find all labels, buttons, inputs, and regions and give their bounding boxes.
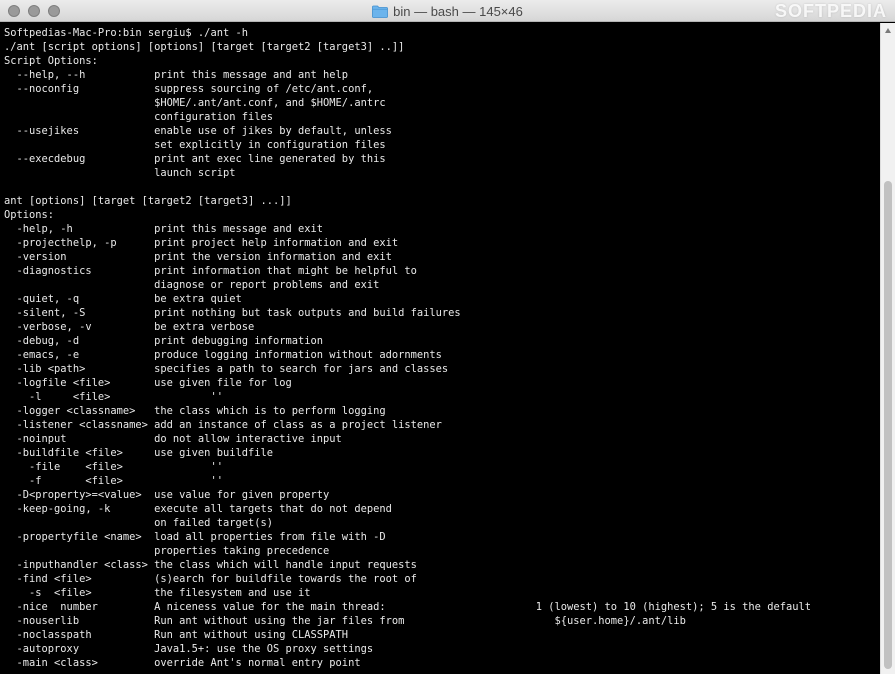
window-title: bin — bash — 145×46 <box>393 3 523 19</box>
terminal-line: $HOME/.ant/ant.conf, and $HOME/.antrc <box>4 97 386 109</box>
folder-icon <box>372 5 389 18</box>
window-title-group: bin — bash — 145×46 <box>0 0 895 22</box>
terminal-line: -silent, -S print nothing but task outpu… <box>4 307 461 319</box>
terminal-line: -lib <path> specifies a path to search f… <box>4 363 449 375</box>
terminal-line: ./ant [script options] [options] [target… <box>4 41 405 53</box>
terminal-line: -logfile <file> use given file for log <box>4 377 292 389</box>
terminal-line: -noclasspath Run ant without using CLASS… <box>4 629 349 641</box>
terminal-line: --execdebug print ant exec line generate… <box>4 153 386 165</box>
terminal-line: -autoproxy Java1.5+: use the OS proxy se… <box>4 643 374 655</box>
terminal-line: launch script <box>4 167 236 179</box>
terminal-line: -diagnostics print information that migh… <box>4 265 417 277</box>
terminal-line: -projecthelp, -p print project help info… <box>4 237 399 249</box>
terminal-line: Script Options: <box>4 55 98 67</box>
terminal-line: -help, -h print this message and exit <box>4 223 324 235</box>
terminal-line: -inputhandler <class> the class which wi… <box>4 559 417 571</box>
terminal-line: -propertyfile <name> load all properties… <box>4 531 386 543</box>
terminal-line: -debug, -d print debugging information <box>4 335 324 347</box>
vertical-scrollbar[interactable] <box>880 23 895 674</box>
terminal-line: -version print the version information a… <box>4 251 392 263</box>
terminal-line: -listener <classname> add an instance of… <box>4 419 442 431</box>
terminal-line: -buildfile <file> use given buildfile <box>4 447 274 459</box>
terminal-output[interactable]: Softpedias-Mac-Pro:bin sergiu$ ./ant -h.… <box>0 23 880 674</box>
terminal-line: -noinput do not allow interactive input <box>4 433 342 445</box>
terminal-line: -emacs, -e produce logging information w… <box>4 349 442 361</box>
terminal-line: -logger <classname> the class which is t… <box>4 405 386 417</box>
terminal-line: diagnose or report problems and exit <box>4 279 380 291</box>
terminal-line: -nouserlib Run ant without using the jar… <box>4 615 686 627</box>
terminal-line: --noconfig suppress sourcing of /etc/ant… <box>4 83 374 95</box>
terminal-line: --help, --h print this message and ant h… <box>4 69 349 81</box>
terminal-line: -find <file> (s)earch for buildfile towa… <box>4 573 417 585</box>
terminal-line: -quiet, -q be extra quiet <box>4 293 242 305</box>
terminal-line: -s <file> the filesystem and use it <box>4 587 311 599</box>
terminal-line: -main <class> override Ant's normal entr… <box>4 657 361 669</box>
terminal-window: bin — bash — 145×46 SOFTPEDIA Softpedias… <box>0 0 895 674</box>
terminal-line: -D<property>=<value> use value for given… <box>4 489 330 501</box>
terminal-line: -l <file> '' <box>4 391 223 403</box>
terminal-line: configuration files <box>4 111 273 123</box>
watermark-logo: SOFTPEDIA <box>774 1 887 21</box>
terminal-line: -verbose, -v be extra verbose <box>4 321 255 333</box>
terminal-line: on failed target(s) <box>4 517 273 529</box>
terminal-line: -keep-going, -k execute all targets that… <box>4 503 392 515</box>
terminal-line: Options: <box>4 209 55 221</box>
terminal-line: --usejikes enable use of jikes by defaul… <box>4 125 392 137</box>
terminal-line: properties taking precedence <box>4 545 330 557</box>
terminal-line: ant [options] [target [target2 [target3]… <box>4 195 292 207</box>
terminal-line: set explicitly in configuration files <box>4 139 386 151</box>
terminal-line: Softpedias-Mac-Pro:bin sergiu$ ./ant -h <box>4 27 248 39</box>
title-bar[interactable]: bin — bash — 145×46 SOFTPEDIA <box>0 0 895 22</box>
scroll-up-arrow-icon[interactable] <box>884 27 892 35</box>
terminal-line: -nice number A niceness value for the ma… <box>4 601 811 613</box>
terminal-line: -f <file> '' <box>4 475 223 487</box>
scrollbar-thumb[interactable] <box>884 181 892 669</box>
terminal-line: -file <file> '' <box>4 461 223 473</box>
